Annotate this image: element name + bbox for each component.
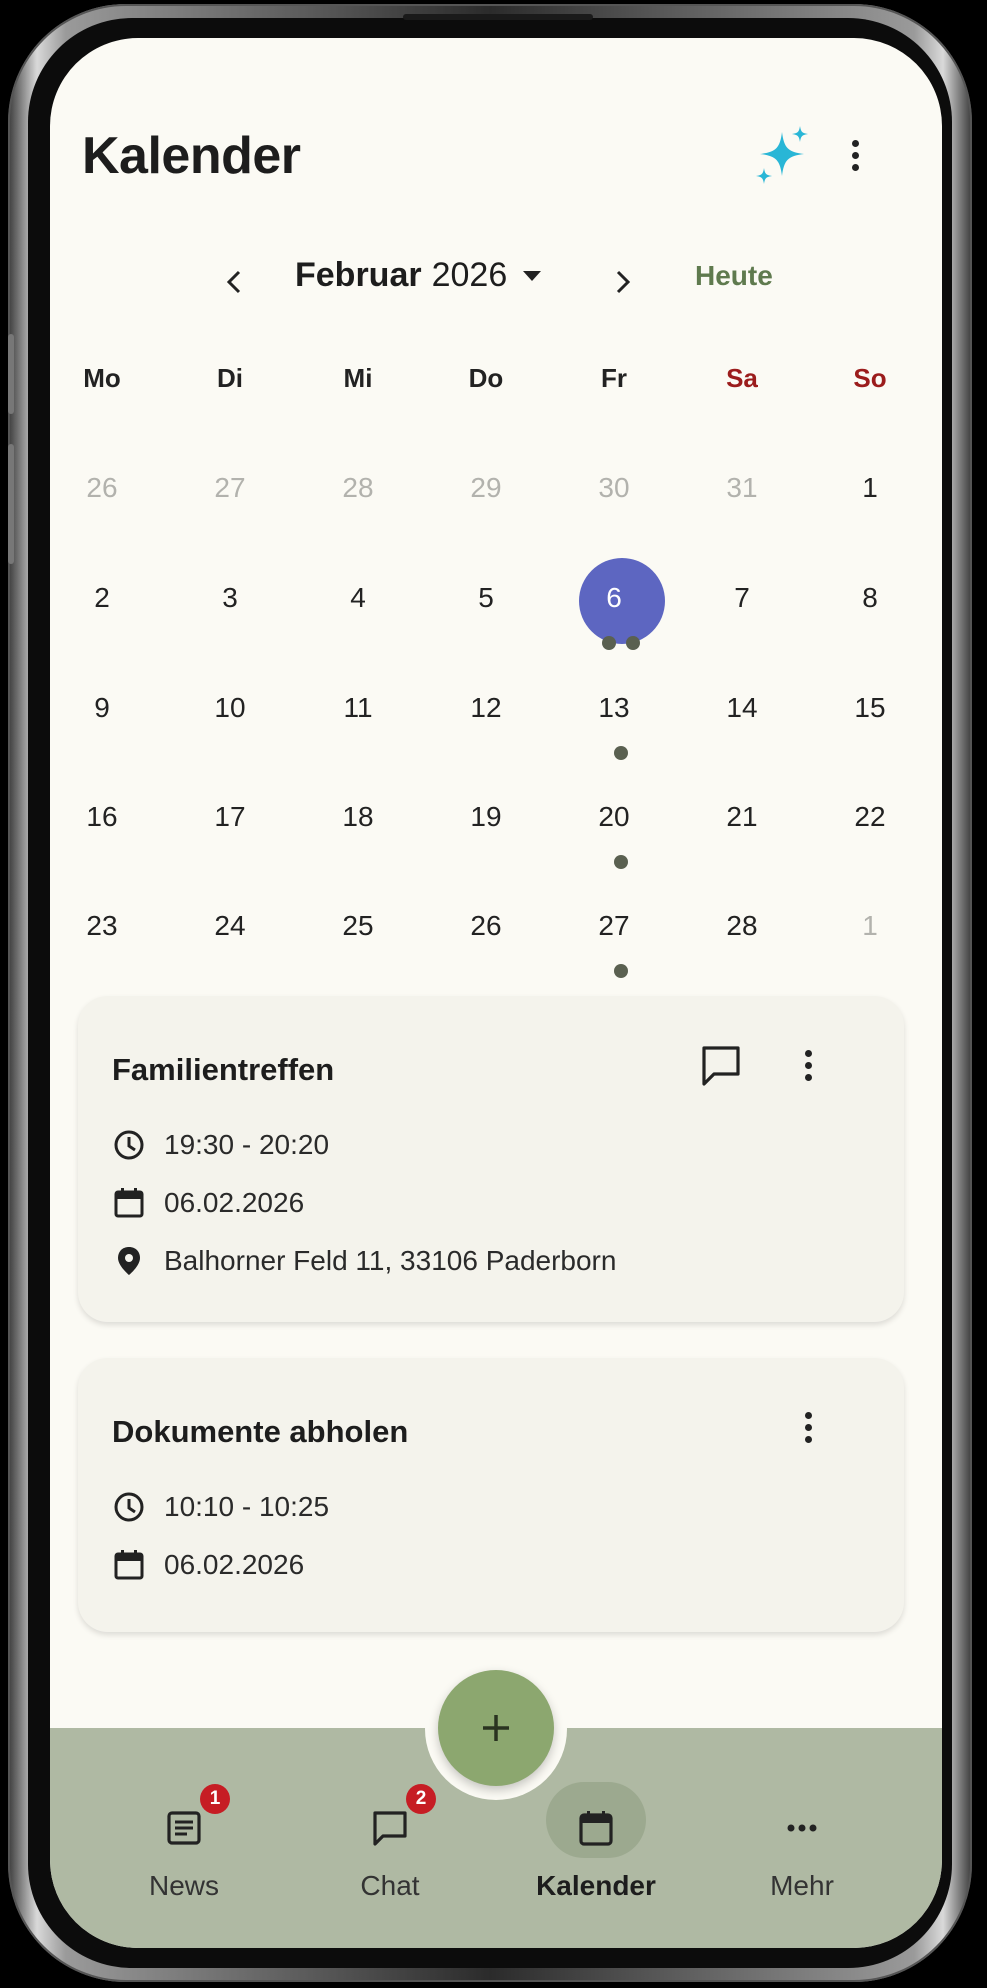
calendar-day[interactable]: 7 bbox=[687, 568, 797, 628]
calendar-day[interactable]: 18 bbox=[303, 787, 413, 847]
ai-sparkle-icon[interactable] bbox=[750, 124, 814, 188]
comment-icon[interactable] bbox=[696, 1040, 746, 1090]
calendar-day[interactable]: 3 bbox=[175, 568, 285, 628]
event-dot bbox=[602, 636, 616, 650]
calendar-day[interactable]: 27 bbox=[559, 896, 669, 956]
event-menu-icon[interactable] bbox=[793, 1400, 823, 1454]
weekday-do: Do bbox=[468, 363, 504, 393]
add-event-button[interactable] bbox=[438, 1670, 554, 1786]
event-date-row: 06.02.2026 bbox=[112, 1186, 304, 1220]
nav-label-chat: Chat bbox=[360, 1870, 420, 1901]
chat-badge: 2 bbox=[406, 1784, 436, 1814]
event-time-row: 19:30 - 20:20 bbox=[112, 1128, 329, 1162]
calendar-day[interactable]: 5 bbox=[431, 568, 541, 628]
calendar-day[interactable]: 10 bbox=[175, 678, 285, 738]
calendar-day[interactable]: 19 bbox=[431, 787, 541, 847]
clock-icon bbox=[114, 1130, 144, 1160]
calendar-day[interactable]: 11 bbox=[303, 678, 413, 738]
calendar-day[interactable]: 28 bbox=[687, 896, 797, 956]
next-month-button[interactable] bbox=[602, 260, 642, 304]
event-card[interactable]: Familientreffen 19:30 - 20:20 06.02.2026 bbox=[78, 996, 904, 1322]
event-card[interactable]: Dokumente abholen 10:10 - 10:25 06.02.20… bbox=[78, 1358, 904, 1632]
calendar-day[interactable]: 9 bbox=[50, 678, 157, 738]
calendar-day[interactable]: 21 bbox=[687, 787, 797, 847]
event-location-row: Balhorner Feld 11, 33106 Paderborn bbox=[112, 1244, 616, 1278]
calendar-icon bbox=[114, 1550, 144, 1580]
calendar-day[interactable]: 1 bbox=[815, 896, 925, 956]
phone-frame: Kalender Februar 2026 Heute Mo Di Mi Do … bbox=[8, 4, 972, 1982]
calendar-day-selected[interactable]: 6 bbox=[559, 568, 669, 628]
news-badge: 1 bbox=[200, 1784, 230, 1814]
weekday-di: Di bbox=[217, 363, 243, 393]
speaker-grill bbox=[403, 14, 593, 20]
event-dot bbox=[614, 746, 628, 760]
month-selector[interactable]: Februar 2026 bbox=[295, 256, 542, 295]
weekday-mo: Mo bbox=[83, 363, 121, 393]
clock-icon bbox=[114, 1492, 144, 1522]
event-title: Dokumente abholen bbox=[112, 1414, 409, 1449]
event-time: 10:10 - 10:25 bbox=[164, 1491, 330, 1522]
calendar-day[interactable]: 27 bbox=[175, 458, 285, 518]
calendar-day[interactable]: 20 bbox=[559, 787, 669, 847]
weekday-so: So bbox=[853, 363, 887, 393]
calendar-day[interactable]: 22 bbox=[815, 787, 925, 847]
event-title: Familientreffen bbox=[112, 1052, 335, 1087]
calendar-icon bbox=[579, 1811, 613, 1846]
plus-icon bbox=[483, 1715, 509, 1741]
app-screen: Kalender Februar 2026 Heute Mo Di Mi Do … bbox=[50, 38, 942, 1948]
weekday-sa: Sa bbox=[726, 363, 758, 393]
event-date: 06.02.2026 bbox=[164, 1187, 305, 1218]
more-icon bbox=[787, 1824, 817, 1832]
calendar-day[interactable]: 28 bbox=[303, 458, 413, 518]
calendar-day[interactable]: 15 bbox=[815, 678, 925, 738]
month-name: Februar bbox=[295, 256, 422, 294]
overflow-menu-icon[interactable] bbox=[840, 128, 870, 182]
event-location: Balhorner Feld 11, 33106 Paderborn bbox=[164, 1245, 617, 1276]
calendar-day[interactable]: 24 bbox=[175, 896, 285, 956]
event-dot bbox=[626, 636, 640, 650]
event-date-row: 06.02.2026 bbox=[112, 1548, 304, 1582]
calendar-day[interactable]: 29 bbox=[431, 458, 541, 518]
weekday-fr: Fr bbox=[601, 363, 627, 393]
weekday-mi: Mi bbox=[343, 363, 373, 393]
calendar-day[interactable]: 26 bbox=[50, 458, 157, 518]
calendar-day[interactable]: 16 bbox=[50, 787, 157, 847]
calendar-day[interactable]: 12 bbox=[431, 678, 541, 738]
calendar-day[interactable]: 14 bbox=[687, 678, 797, 738]
page-title: Kalender bbox=[82, 127, 301, 185]
previous-month-button[interactable] bbox=[215, 260, 255, 304]
year: 2026 bbox=[431, 256, 508, 294]
location-pin-icon bbox=[118, 1247, 140, 1275]
calendar-day[interactable]: 26 bbox=[431, 896, 541, 956]
calendar-day[interactable]: 17 bbox=[175, 787, 285, 847]
calendar-day[interactable]: 23 bbox=[50, 896, 157, 956]
event-dot bbox=[614, 964, 628, 978]
nav-label-mehr: Mehr bbox=[770, 1870, 834, 1901]
today-button[interactable]: Heute bbox=[695, 260, 773, 292]
calendar-day[interactable]: 31 bbox=[687, 458, 797, 518]
event-menu-icon[interactable] bbox=[793, 1038, 823, 1092]
calendar-day[interactable]: 1 bbox=[815, 458, 925, 518]
event-time: 19:30 - 20:20 bbox=[164, 1129, 330, 1160]
chevron-down-icon bbox=[523, 270, 542, 281]
calendar-day[interactable]: 4 bbox=[303, 568, 413, 628]
calendar-icon bbox=[114, 1188, 144, 1218]
news-icon bbox=[167, 1811, 201, 1845]
calendar-day[interactable]: 30 bbox=[559, 458, 669, 518]
calendar-day[interactable]: 13 bbox=[559, 678, 669, 738]
event-dot bbox=[614, 855, 628, 869]
chat-icon bbox=[373, 1811, 407, 1846]
event-date: 06.02.2026 bbox=[164, 1549, 305, 1580]
event-time-row: 10:10 - 10:25 bbox=[112, 1490, 329, 1524]
calendar-day[interactable]: 8 bbox=[815, 568, 925, 628]
side-button bbox=[8, 444, 14, 564]
calendar-day[interactable]: 2 bbox=[50, 568, 157, 628]
nav-label-news: News bbox=[148, 1870, 219, 1901]
calendar-day[interactable]: 25 bbox=[303, 896, 413, 956]
side-button bbox=[8, 334, 14, 414]
nav-label-kalender: Kalender bbox=[536, 1870, 656, 1901]
